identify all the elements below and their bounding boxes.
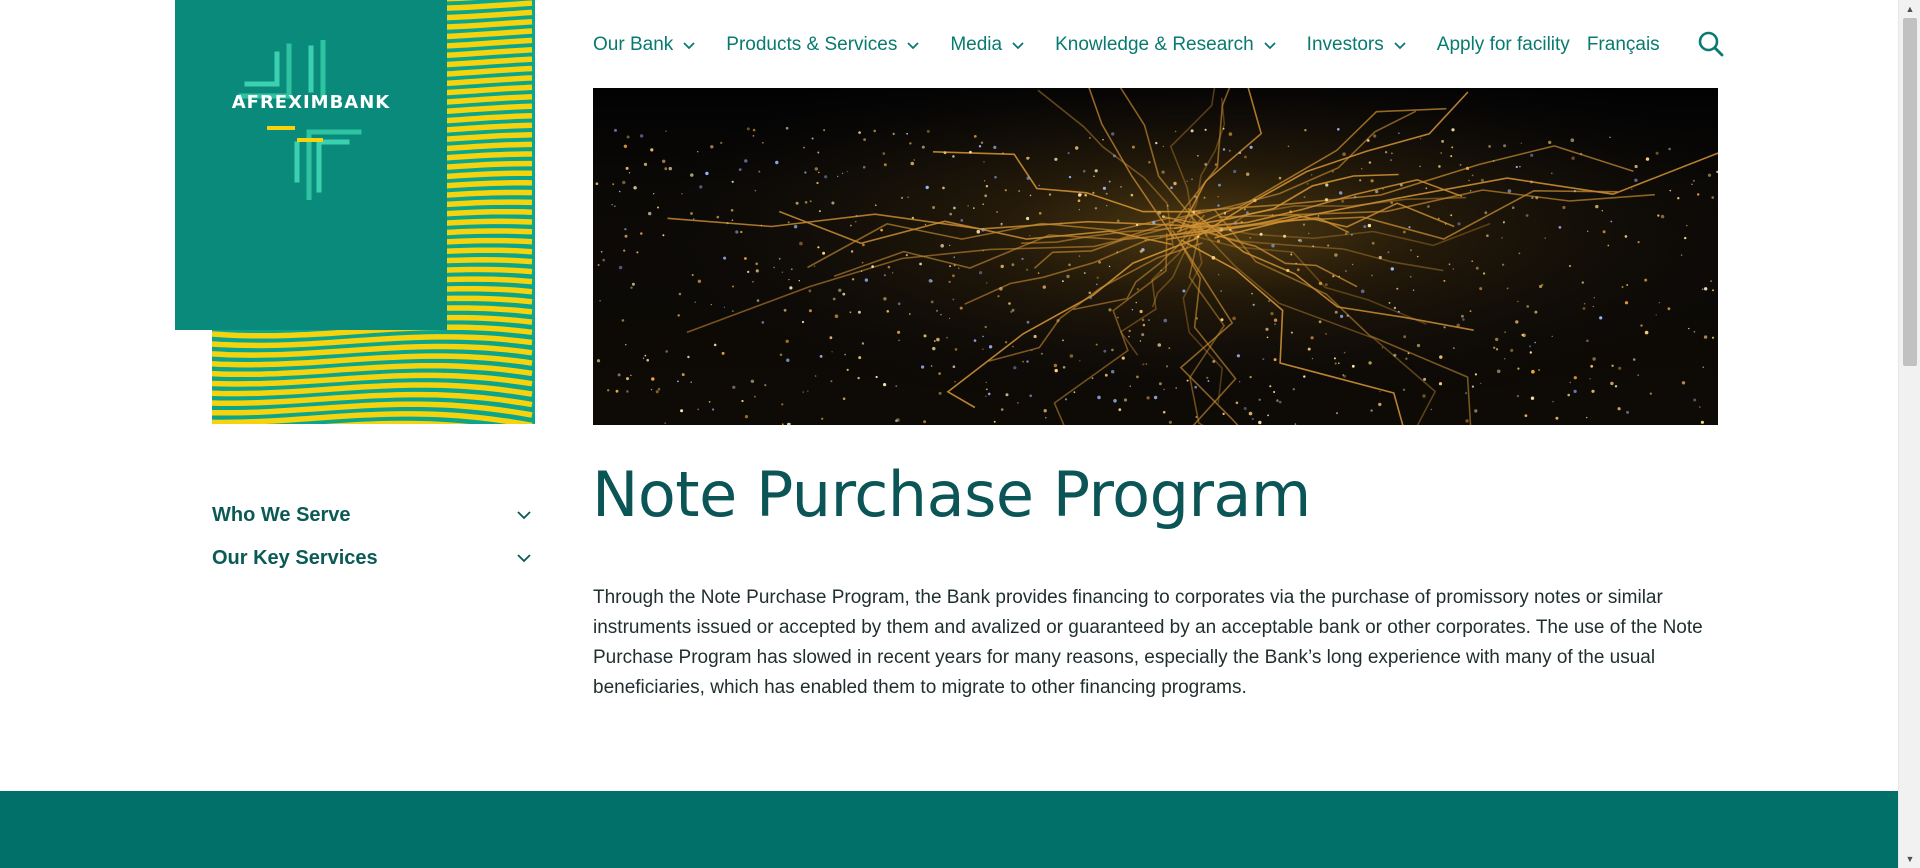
- logo-wordmark: AFREXIMBANK: [231, 92, 391, 113]
- nav-item-label: Our Bank: [593, 34, 674, 55]
- sidebar-item-label: Who We Serve: [212, 503, 351, 526]
- scroll-up-arrow-icon[interactable]: ▲: [1899, 0, 1920, 18]
- hero-image-city-lights: [593, 88, 1718, 425]
- search-icon[interactable]: [1697, 30, 1725, 58]
- afreximbank-logo-icon: [238, 40, 362, 200]
- nav-item-label: Products & Services: [726, 34, 898, 55]
- nav-item-label: Investors: [1306, 34, 1384, 55]
- footer-band: [0, 791, 1898, 868]
- nav-item-knowledge-research[interactable]: Knowledge & Research: [1055, 34, 1277, 56]
- vertical-scrollbar[interactable]: ▲ ▼: [1898, 0, 1920, 868]
- chevron-down-icon: [907, 42, 919, 50]
- nav-item-apply-for-facility[interactable]: Apply for facility: [1437, 34, 1570, 56]
- nav-item-media[interactable]: Media: [950, 34, 1025, 56]
- sidebar-item-label: Our Key Services: [212, 546, 378, 569]
- hero-city-lights-graphic: [593, 88, 1718, 425]
- page-description: Through the Note Purchase Program, the B…: [593, 587, 1703, 698]
- chevron-down-icon: [683, 42, 695, 50]
- nav-item-language-french[interactable]: Français: [1587, 34, 1660, 56]
- main-navigation: Our Bank Products & Services Media Knowl…: [593, 28, 1677, 62]
- nav-item-label: Media: [950, 34, 1003, 55]
- nav-item-products-services[interactable]: Products & Services: [726, 34, 920, 56]
- chevron-down-icon: [1264, 42, 1276, 50]
- chevron-down-icon[interactable]: [516, 507, 532, 523]
- chevron-down-icon[interactable]: [516, 550, 532, 566]
- nav-item-our-bank[interactable]: Our Bank: [593, 34, 696, 56]
- logo-block[interactable]: AFREXIMBANK: [175, 0, 535, 424]
- scroll-down-arrow-icon[interactable]: ▼: [1899, 850, 1920, 868]
- chevron-down-icon: [1394, 42, 1406, 50]
- chevron-down-icon: [1012, 42, 1024, 50]
- nav-item-label: Apply for facility: [1436, 34, 1570, 55]
- nav-item-label: Français: [1586, 34, 1660, 55]
- nav-item-investors[interactable]: Investors: [1307, 34, 1407, 56]
- scrollbar-thumb[interactable]: [1903, 18, 1917, 366]
- logo-tile[interactable]: AFREXIMBANK: [175, 0, 447, 330]
- sidebar-navigation: Who We Serve Our Key Services: [212, 500, 536, 586]
- page: AFREXIMBANK Our Bank Products & Services…: [0, 0, 1898, 868]
- page-title: Note Purchase Program: [592, 458, 1311, 531]
- sidebar-item-who-we-serve[interactable]: Who We Serve: [212, 500, 536, 530]
- sidebar-item-our-key-services[interactable]: Our Key Services: [212, 543, 536, 573]
- nav-item-label: Knowledge & Research: [1055, 34, 1254, 55]
